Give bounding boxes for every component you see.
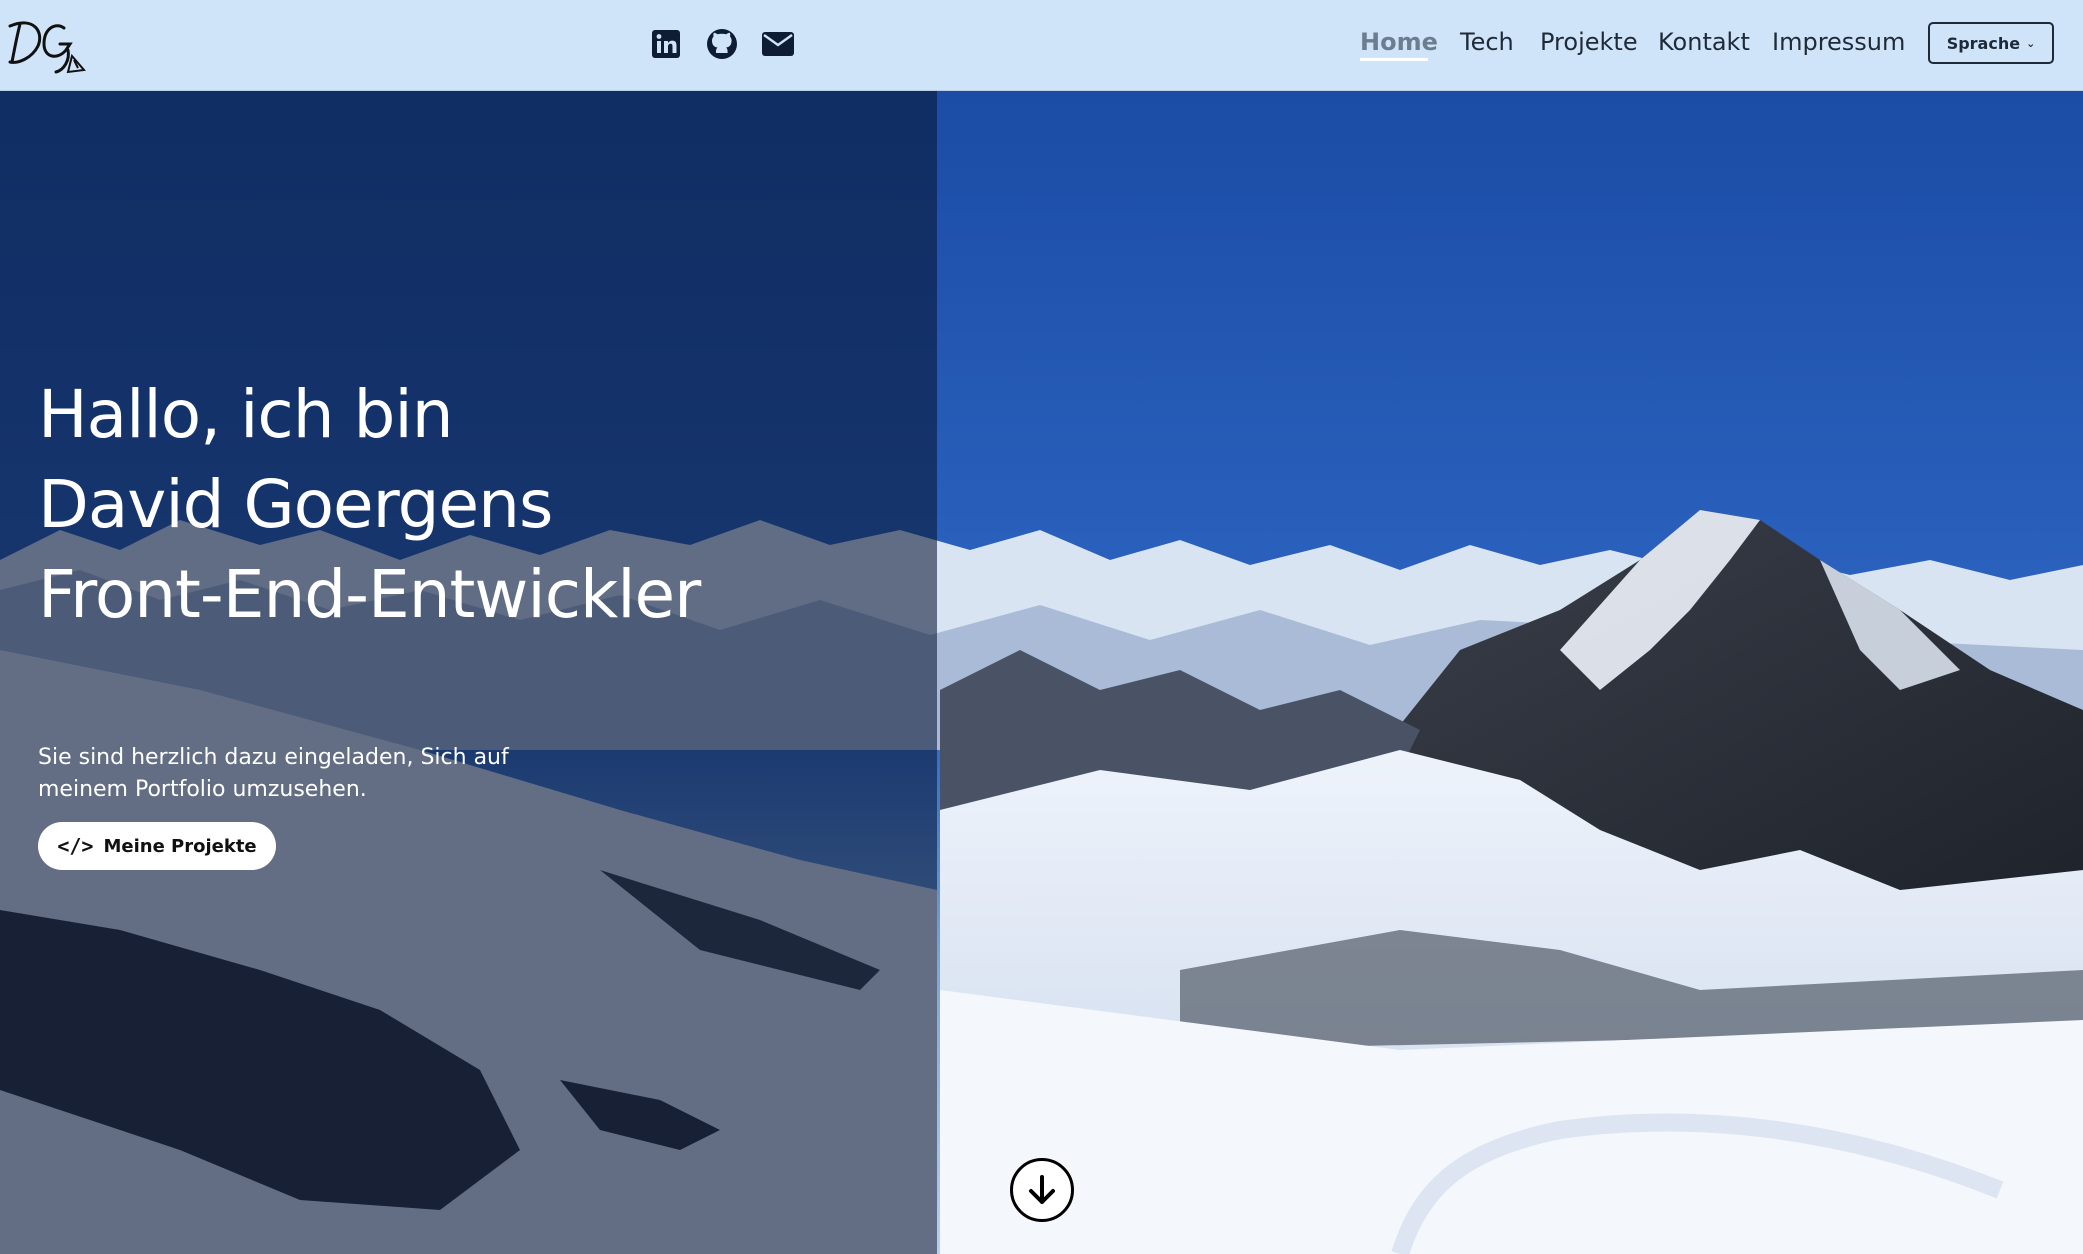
hero-subtitle: Sie sind herzlich dazu eingeladen, Sich … (38, 742, 558, 806)
envelope-icon (762, 32, 794, 56)
hero-subtitle-line-1: Sie sind herzlich dazu eingeladen, Sich … (38, 745, 509, 770)
hero-title-line-2: David Goergens (38, 466, 553, 543)
active-nav-indicator (1360, 58, 1428, 61)
linkedin-icon (652, 30, 680, 58)
my-projects-button[interactable]: </> Meine Projekte (38, 822, 276, 870)
hero-title: Hallo, ich bin David Goergens Front-End-… (38, 370, 701, 640)
language-button-label: Sprache (1946, 33, 2021, 53)
scroll-down-button[interactable] (1010, 1158, 1074, 1222)
nav-kontakt[interactable]: Kontakt (1658, 28, 1750, 56)
hero-section: Hallo, ich bin David Goergens Front-End-… (0, 90, 2083, 1254)
github-link[interactable] (704, 26, 740, 62)
nav-projekte[interactable]: Projekte (1540, 28, 1638, 56)
hero-subtitle-line-2: meinem Portfolio umzusehen. (38, 777, 367, 802)
language-dropdown-button[interactable]: Sprache ⌄ (1928, 22, 2054, 64)
nav-tech[interactable]: Tech (1460, 28, 1514, 56)
nav-home[interactable]: Home (1360, 28, 1438, 56)
chevron-down-icon: ⌄ (2026, 36, 2036, 50)
hero-title-line-3: Front-End-Entwickler (38, 556, 701, 633)
arrow-down-icon (1029, 1175, 1055, 1204)
code-icon: </> (57, 834, 94, 858)
github-icon (707, 29, 737, 59)
nav-impressum[interactable]: Impressum (1772, 28, 1905, 56)
hero-title-line-1: Hallo, ich bin (38, 376, 454, 453)
email-link[interactable] (760, 26, 796, 62)
hero-dark-overlay (0, 90, 937, 1254)
top-navbar: Home Tech Projekte Kontakt Impressum Spr… (0, 0, 2083, 91)
my-projects-label: Meine Projekte (103, 835, 257, 857)
linkedin-link[interactable] (648, 26, 684, 62)
logo[interactable] (4, 10, 94, 76)
